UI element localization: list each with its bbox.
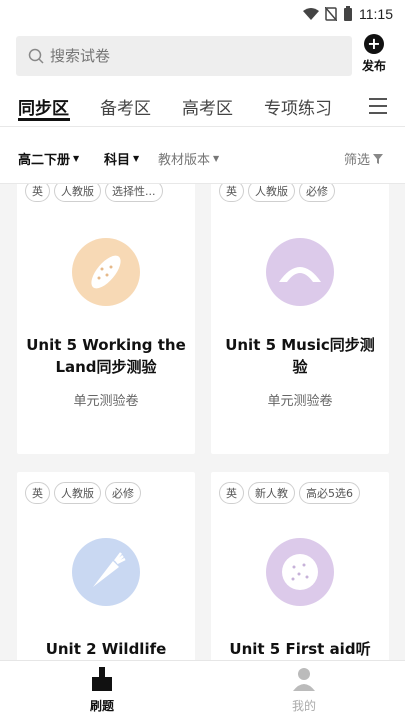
card-title: Unit 5 First aid听 — [229, 640, 371, 658]
card-tags: 英 人教版 必修 — [25, 482, 141, 504]
publish-button[interactable]: + 发布 — [357, 34, 391, 74]
paper-card[interactable]: 英 人教版 必修 Unit 2 Wildlife — [17, 472, 195, 660]
tag: 英 — [25, 482, 50, 504]
menu-icon[interactable] — [369, 98, 387, 119]
search-bar[interactable] — [16, 36, 352, 76]
tag: 英 — [219, 184, 244, 202]
person-icon — [293, 668, 315, 691]
peanut-icon — [72, 238, 140, 306]
no-sim-icon — [325, 7, 337, 21]
tag: 必修 — [299, 184, 335, 202]
grade-filter-label: 高二下册 — [18, 153, 71, 168]
paper-grid: 英 人教版 选择性... Unit 5 Working the Land同步测验… — [0, 184, 405, 660]
publish-label: 发布 — [361, 59, 386, 73]
tab-sync[interactable]: 同步区 — [18, 94, 69, 119]
tab-special[interactable]: 专项练习 — [264, 94, 332, 119]
tag: 英 — [25, 184, 50, 202]
card-tags: 英 新人教 高必5选6 — [219, 482, 360, 504]
paper-card[interactable]: 英 人教版 选择性... Unit 5 Working the Land同步测验… — [17, 184, 195, 454]
nav-practice[interactable]: 刷题 — [72, 667, 132, 714]
battery-icon — [344, 6, 352, 21]
caret-down-icon: ▼ — [73, 154, 80, 163]
nav-mine-label: 我的 — [291, 699, 316, 713]
nav-mine[interactable]: 我的 — [274, 667, 334, 714]
card-title: Unit 5 Music同步测验 — [225, 336, 375, 376]
tag: 新人教 — [248, 482, 295, 504]
tab-prepare[interactable]: 备考区 — [100, 94, 151, 119]
subject-filter[interactable]: 科目 ▼ — [104, 149, 139, 168]
bottom-nav: 刷题 我的 — [0, 660, 405, 720]
brush-icon — [92, 667, 112, 691]
caret-down-icon: ▼ — [213, 154, 220, 163]
tag: 人教版 — [248, 184, 295, 202]
card-tags: 英 人教版 必修 — [219, 184, 335, 202]
card-title: Unit 5 Working the Land同步测验 — [26, 336, 186, 376]
tab-gaokao[interactable]: 高考区 — [182, 94, 233, 119]
screen-filter[interactable]: 筛选 — [344, 149, 384, 168]
edition-filter[interactable]: 教材版本 ▼ — [158, 149, 219, 168]
tag: 选择性... — [105, 184, 163, 202]
card-title: Unit 2 Wildlife — [45, 640, 167, 658]
subject-filter-label: 科目 — [104, 153, 131, 168]
active-tab-indicator — [18, 118, 70, 121]
screen-filter-label: 筛选 — [344, 153, 371, 168]
card-subtitle: 单元测验卷 — [73, 394, 139, 409]
rainbow-icon — [266, 238, 334, 306]
plus-icon: + — [364, 34, 384, 54]
tag: 人教版 — [54, 184, 101, 202]
header: + 发布 同步区 备考区 高考区 专项练习 — [0, 30, 405, 126]
grade-filter[interactable]: 高二下册 ▼ — [18, 149, 79, 168]
nav-practice-label: 刷题 — [89, 699, 114, 713]
tag: 必修 — [105, 482, 141, 504]
card-tags: 英 人教版 选择性... — [25, 184, 163, 202]
tag: 人教版 — [54, 482, 101, 504]
caret-down-icon: ▼ — [133, 154, 140, 163]
card-subtitle: 单元测验卷 — [267, 394, 333, 409]
tag: 英 — [219, 482, 244, 504]
search-input[interactable] — [50, 47, 330, 65]
funnel-icon — [373, 153, 384, 164]
cookie-icon — [266, 538, 334, 606]
paper-card[interactable]: 英 人教版 必修 Unit 5 Music同步测验 单元测验卷 — [211, 184, 389, 454]
carrot-icon — [72, 538, 140, 606]
paper-card[interactable]: 英 新人教 高必5选6 Unit 5 First aid听 — [211, 472, 389, 660]
status-time: 11:15 — [359, 6, 393, 22]
wifi-icon — [303, 8, 319, 20]
tag: 高必5选6 — [299, 482, 360, 504]
search-icon — [28, 48, 44, 64]
filter-bar: 高二下册 ▼ 科目 ▼ 教材版本 ▼ 筛选 — [0, 126, 405, 184]
edition-filter-label: 教材版本 — [158, 153, 211, 168]
status-bar: 11:15 — [0, 0, 405, 30]
status-icons: 11:15 — [303, 6, 393, 22]
